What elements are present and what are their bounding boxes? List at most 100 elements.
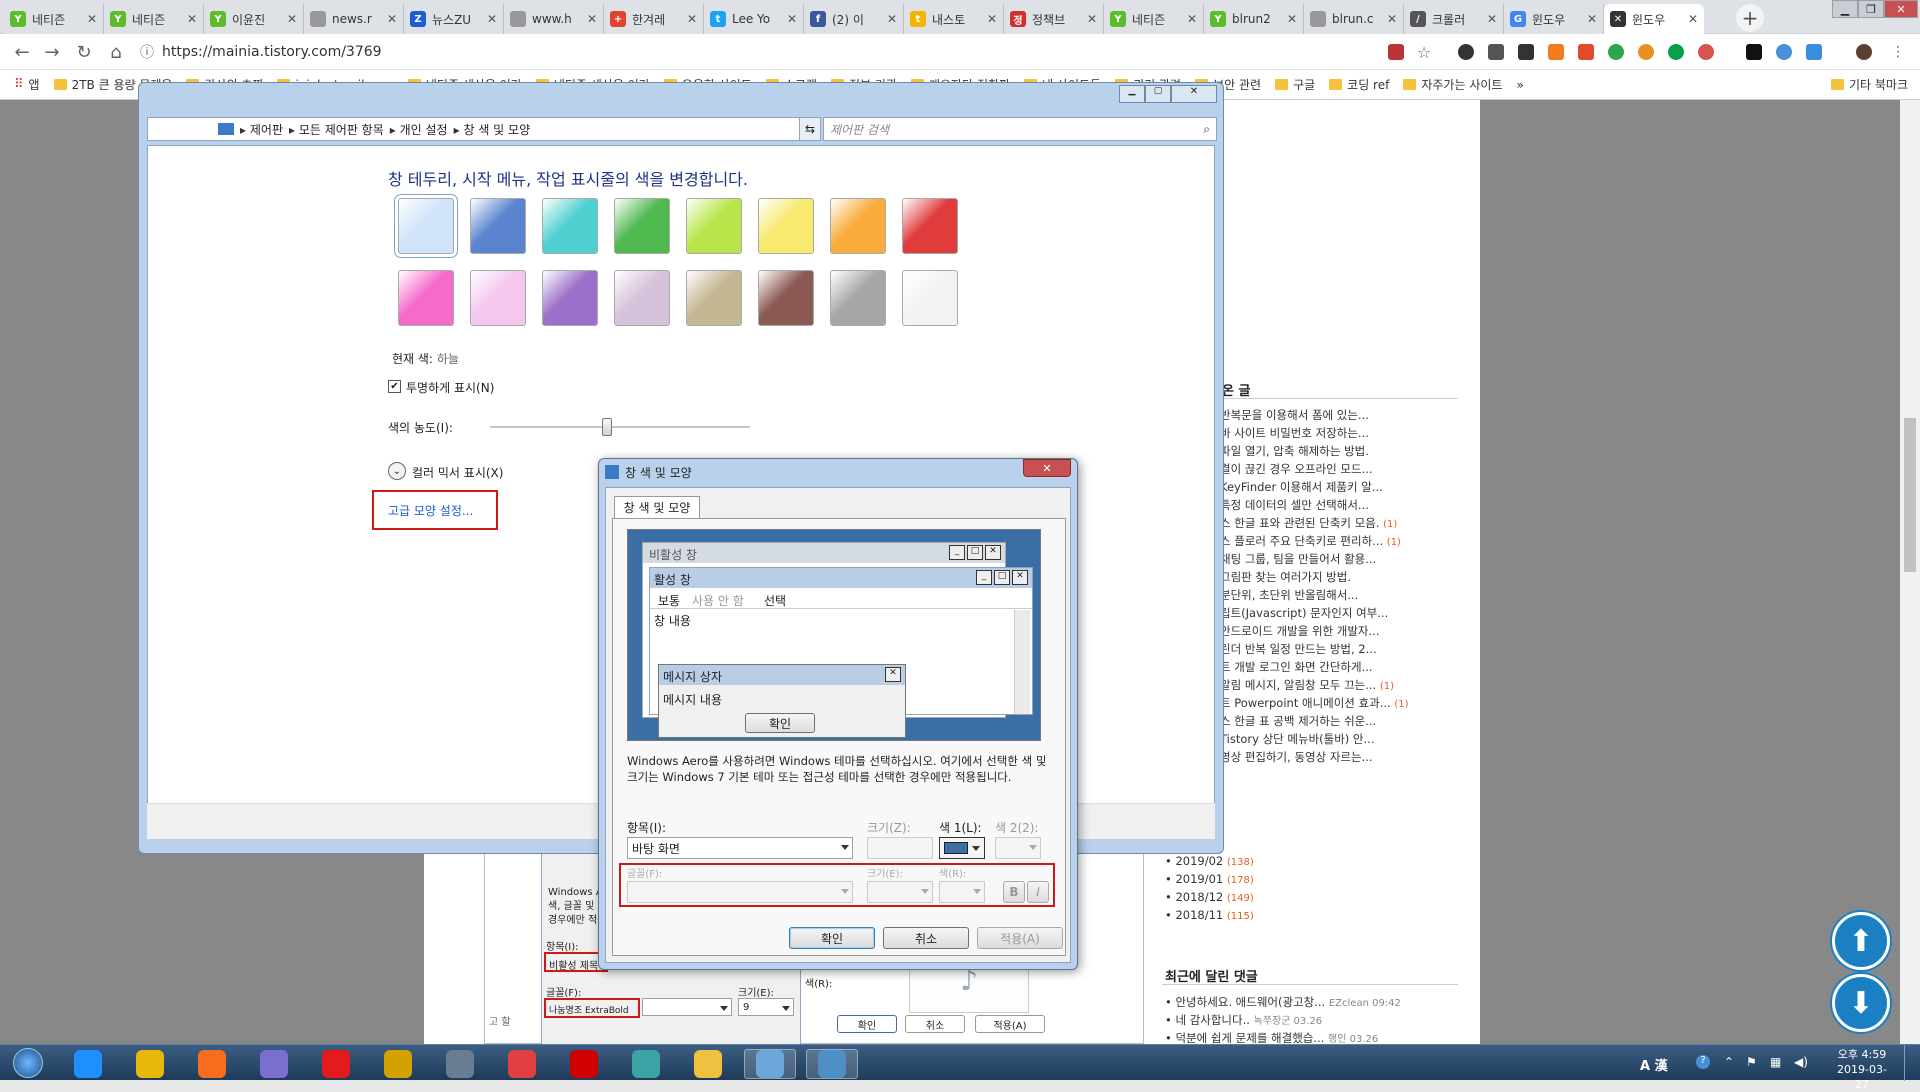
color-swatch[interactable] bbox=[542, 198, 598, 254]
breadcrumb-item[interactable]: ▸ 창 색 및 모양 bbox=[454, 121, 531, 138]
search-icon[interactable]: ⌕ bbox=[1203, 122, 1210, 137]
pokeball-icon[interactable] bbox=[496, 1049, 548, 1079]
tab-15[interactable]: G 윈도우 ✕ bbox=[1504, 4, 1604, 34]
color-swatch[interactable] bbox=[686, 270, 742, 326]
close-icon[interactable]: ✕ bbox=[1688, 12, 1698, 26]
tab-13[interactable]: blrun.c ✕ bbox=[1304, 4, 1404, 34]
recent-post-item[interactable]: 스 한글 표와 관련된 단축키 모음. (1) bbox=[1220, 515, 1397, 531]
close-icon[interactable]: ✕ bbox=[587, 12, 597, 26]
show-desktop-button[interactable] bbox=[1904, 1045, 1918, 1081]
extension-icon[interactable] bbox=[1458, 44, 1474, 60]
cp-search-input[interactable]: 제어판 검색 ⌕ bbox=[823, 117, 1217, 141]
close-button[interactable]: ✕ bbox=[1884, 0, 1918, 18]
close-icon[interactable]: ✕ bbox=[487, 12, 497, 26]
tab-7[interactable]: t Lee Yo ✕ bbox=[704, 4, 804, 34]
start-button[interactable] bbox=[4, 1047, 52, 1079]
color-swatch[interactable] bbox=[758, 270, 814, 326]
volume-icon[interactable]: ◀) bbox=[1794, 1055, 1808, 1069]
archive-item[interactable]: • 2018/12 (149) bbox=[1165, 890, 1254, 904]
close-icon[interactable]: ✕ bbox=[387, 12, 397, 26]
color-swatch[interactable] bbox=[758, 198, 814, 254]
tab-10[interactable]: 정 정책브 ✕ bbox=[1004, 4, 1104, 34]
tab-0[interactable]: Y 네티즌 ✕ bbox=[4, 4, 104, 34]
color-swatch[interactable] bbox=[830, 270, 886, 326]
bookmark-item[interactable]: ⠿ 앱 bbox=[14, 76, 40, 93]
recent-post-item[interactable]: 알림 메시지, 알림창 모두 끄는... (1) bbox=[1220, 677, 1394, 693]
close-icon[interactable]: ✕ bbox=[887, 12, 897, 26]
extension-icon[interactable] bbox=[1488, 44, 1504, 60]
recent-comment-item[interactable]: • 안녕하세요. 애드웨어(광고창... EZclean 09:42 bbox=[1165, 994, 1401, 1010]
clock[interactable]: 오후 4:59 2019-03-27 bbox=[1832, 1047, 1892, 1092]
close-icon[interactable]: ✕ bbox=[687, 12, 697, 26]
close-icon[interactable]: ✕ bbox=[1487, 12, 1497, 26]
advanced-appearance-link[interactable]: 고급 모양 설정... bbox=[388, 502, 473, 519]
back-icon[interactable]: ← bbox=[12, 42, 32, 63]
tab-14[interactable]: / 크롤러 ✕ bbox=[1404, 4, 1504, 34]
dialog-close-button[interactable]: ✕ bbox=[1023, 459, 1071, 477]
close-icon[interactable]: ✕ bbox=[987, 12, 997, 26]
address-bar[interactable]: ⓘ https://mainia.tistory.com/3769 bbox=[140, 39, 1420, 65]
color-swatch[interactable] bbox=[470, 198, 526, 254]
archive-item[interactable]: • 2018/11 (115) bbox=[1165, 908, 1254, 922]
record-icon[interactable] bbox=[558, 1049, 610, 1079]
close-icon[interactable]: ✕ bbox=[1087, 12, 1097, 26]
cp-close-button[interactable]: ✕ bbox=[1171, 85, 1217, 103]
close-icon[interactable]: ✕ bbox=[87, 12, 97, 26]
bookmark-item[interactable]: 자주가는 사이트 bbox=[1403, 76, 1502, 93]
wheel-app-icon[interactable] bbox=[620, 1049, 672, 1079]
transparency-checkbox[interactable]: ✔ bbox=[388, 380, 401, 393]
avatar[interactable] bbox=[1856, 44, 1872, 60]
color1-picker[interactable] bbox=[939, 837, 985, 859]
download-icon[interactable] bbox=[1806, 44, 1822, 60]
color-swatch[interactable] bbox=[686, 198, 742, 254]
cp-address-bar[interactable]: ▸ 제어판 ▸ 모든 제어판 항목 ▸ 개인 설정 ▸ 창 색 및 모양 bbox=[147, 117, 815, 141]
cancel-button[interactable]: 취소 bbox=[883, 927, 969, 949]
tab-16[interactable]: ✕ 윈도우 ✕ bbox=[1604, 4, 1704, 34]
home-icon[interactable]: ⌂ bbox=[106, 42, 126, 63]
recent-post-item[interactable]: 결이 끊긴 경우 오프라인 모드... bbox=[1220, 461, 1373, 477]
scrollbar-thumb[interactable] bbox=[1904, 418, 1916, 572]
color-swatch[interactable] bbox=[614, 198, 670, 254]
network-icon[interactable]: ▦ bbox=[1770, 1055, 1781, 1069]
color-swatch[interactable] bbox=[394, 194, 458, 258]
cp-maximize-button[interactable]: ▢ bbox=[1145, 85, 1171, 103]
close-icon[interactable]: ✕ bbox=[1587, 12, 1597, 26]
extension-icon[interactable] bbox=[1776, 44, 1792, 60]
color-swatch[interactable] bbox=[614, 270, 670, 326]
recent-post-item[interactable]: 그림판 찾는 여러가지 방법. bbox=[1220, 569, 1351, 585]
color-swatch[interactable] bbox=[470, 270, 526, 326]
rss-icon[interactable] bbox=[1548, 44, 1564, 60]
recent-post-item[interactable]: 분단위, 초단위 반올림해서... bbox=[1220, 587, 1358, 603]
flag-icon[interactable]: ⚑ bbox=[1746, 1055, 1757, 1069]
restore-button[interactable]: ❐ bbox=[1858, 0, 1884, 18]
explorer-icon[interactable] bbox=[682, 1049, 734, 1079]
recent-post-item[interactable]: 트 Powerpoint 애니메이션 효과... (1) bbox=[1220, 695, 1409, 711]
book-app-icon[interactable] bbox=[434, 1049, 486, 1079]
control-panel-icon[interactable] bbox=[744, 1049, 796, 1079]
item-select[interactable]: 바탕 화면 bbox=[627, 837, 853, 859]
opera-icon[interactable] bbox=[310, 1049, 362, 1079]
star-icon[interactable]: ☆ bbox=[1414, 42, 1434, 62]
tab-9[interactable]: t 내스토 ✕ bbox=[904, 4, 1004, 34]
info-icon[interactable]: ⓘ bbox=[140, 42, 154, 62]
tab-6[interactable]: + 한겨레 ✕ bbox=[604, 4, 704, 34]
tab-12[interactable]: Yblrun2 ✕ bbox=[1204, 4, 1304, 34]
app-s-icon[interactable] bbox=[248, 1049, 300, 1079]
close-icon[interactable]: ✕ bbox=[1187, 12, 1197, 26]
pencil-app-icon[interactable] bbox=[372, 1049, 424, 1079]
ok-button[interactable]: 확인 bbox=[789, 927, 875, 949]
menu-icon[interactable]: ⋮ bbox=[1888, 42, 1908, 62]
cookie-icon[interactable] bbox=[1638, 44, 1654, 60]
tab-1[interactable]: Y 네티즌 ✕ bbox=[104, 4, 204, 34]
tab-4[interactable]: Z 뉴스ZU ✕ bbox=[404, 4, 504, 34]
recent-post-item[interactable]: KeyFinder 이용해서 제품키 알... bbox=[1220, 479, 1383, 495]
cp-minimize-button[interactable]: ▁ bbox=[1119, 85, 1145, 103]
page-scrollbar[interactable] bbox=[1900, 100, 1920, 1044]
evernote-icon[interactable] bbox=[1608, 44, 1624, 60]
bookmark-item[interactable]: » bbox=[1516, 78, 1523, 92]
archive-item[interactable]: • 2019/02 (138) bbox=[1165, 854, 1254, 868]
color-swatch[interactable] bbox=[902, 198, 958, 254]
recent-post-item[interactable]: 파일 열기, 압축 해제하는 방법. bbox=[1220, 443, 1369, 459]
help-icon[interactable]: ? bbox=[1696, 1055, 1710, 1069]
refresh-icon[interactable]: ⇆ bbox=[799, 117, 821, 141]
